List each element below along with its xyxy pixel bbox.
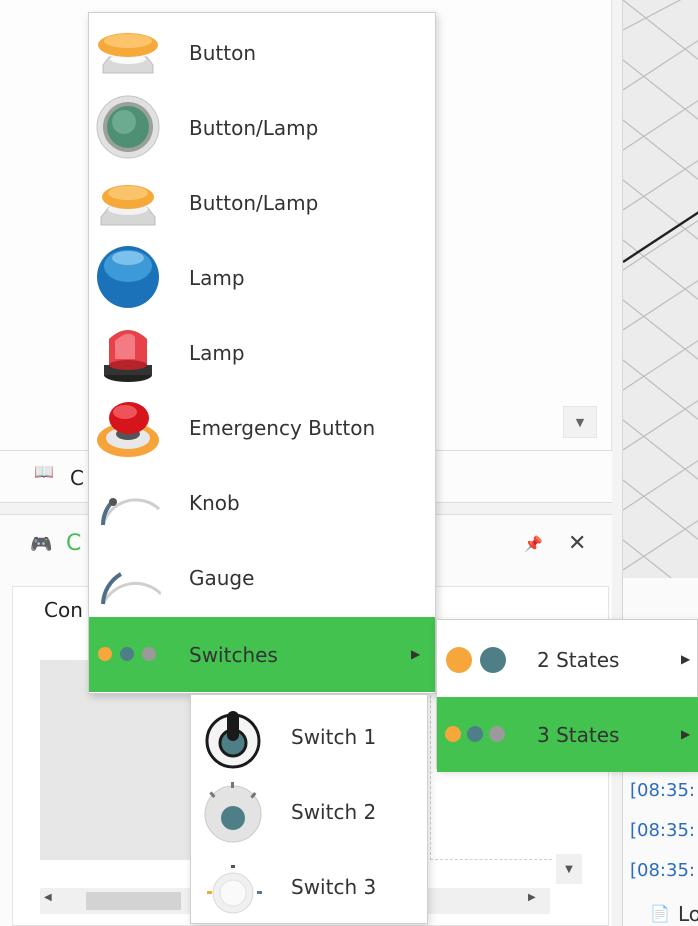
menu-item-label: Button/Lamp <box>189 190 319 215</box>
menu-item-button-lamp-orange[interactable]: Button/Lamp <box>89 165 435 240</box>
orange-button-lamp-icon <box>100 185 156 226</box>
control-inner-title: Con <box>44 598 83 622</box>
scroll-down-button[interactable]: ▼ <box>556 854 582 884</box>
scroll-right-icon[interactable]: ▶ <box>528 892 536 903</box>
3d-viewport[interactable] <box>622 0 698 578</box>
rotary-knob-switch-icon <box>207 865 262 914</box>
menu-item-label: Button <box>189 40 256 65</box>
menu-item-lamp-blue[interactable]: Lamp <box>89 240 435 315</box>
three-dots-icon <box>445 726 505 742</box>
rotary-selector-switch-icon <box>204 782 262 843</box>
scroll-left-icon[interactable]: ◀ <box>44 892 52 903</box>
menu-item-label: Button/Lamp <box>189 115 319 140</box>
menu-item-switches[interactable]: Switches ▶ <box>89 617 435 692</box>
blue-lamp-icon <box>97 246 159 308</box>
three-states-panel: Switch 1 Switch 2 Switch 3 <box>190 694 428 924</box>
component-menu: Button Button/Lamp Button/Lamp Lamp Lamp… <box>88 12 436 694</box>
switch-item-label: Switch 1 <box>291 724 377 749</box>
emergency-button-icon <box>97 402 159 457</box>
three-dots-switch-icon <box>98 647 156 661</box>
submenu-item-2-states[interactable]: 2 States ▶ <box>437 622 698 697</box>
3d-grid <box>623 0 698 578</box>
submenu-item-label: 3 States <box>537 722 620 747</box>
menu-item-label: Gauge <box>189 565 255 590</box>
submenu-item-label: 2 States <box>537 647 620 672</box>
log-tab-label[interactable]: Lo <box>678 902 698 926</box>
menu-item-label: Emergency Button <box>189 415 376 440</box>
control-panel-title: C <box>66 531 82 556</box>
submenu-arrow-icon: ▶ <box>681 652 691 666</box>
menu-item-gauge[interactable]: Gauge <box>89 540 435 615</box>
document-icon: 📄 <box>650 904 670 923</box>
chevron-down-icon: ▼ <box>565 863 573 875</box>
menu-item-knob[interactable]: Knob <box>89 465 435 540</box>
menu-item-label: Lamp <box>189 265 245 290</box>
submenu-arrow-icon: ▶ <box>681 727 691 741</box>
menu-item-label: Lamp <box>189 340 245 365</box>
menu-item-button[interactable]: Button <box>89 15 435 90</box>
horizontal-scroll-thumb[interactable] <box>86 892 181 910</box>
log-line: [08:35: <box>630 820 695 841</box>
close-icon[interactable]: ✕ <box>568 531 586 556</box>
chevron-down-icon: ▼ <box>575 415 585 429</box>
switch-item-2[interactable]: Switch 2 <box>191 774 427 849</box>
submenu-item-3-states[interactable]: 3 States ▶ <box>437 697 698 772</box>
red-beacon-lamp-icon <box>104 330 152 382</box>
menu-item-emergency-button[interactable]: Emergency Button <box>89 390 435 465</box>
switch-item-label: Switch 3 <box>291 874 377 899</box>
submenu-arrow-icon: ▶ <box>411 647 421 661</box>
panel-tab-label[interactable]: C <box>70 466 84 490</box>
switches-submenu: 2 States ▶ 3 States ▶ <box>436 619 698 772</box>
menu-item-lamp-red[interactable]: Lamp <box>89 315 435 390</box>
log-line: [08:35: <box>630 780 695 801</box>
menu-item-button-lamp-green[interactable]: Button/Lamp <box>89 90 435 165</box>
pin-icon[interactable]: 📌 <box>524 535 543 553</box>
switch-item-label: Switch 2 <box>291 799 377 824</box>
two-dots-icon <box>446 647 506 673</box>
menu-item-label: Switches <box>189 642 278 667</box>
gamepad-icon: 🎮 <box>30 534 53 555</box>
log-line: [08:35: <box>630 860 695 881</box>
orange-push-button-icon <box>98 33 158 74</box>
menu-item-label: Knob <box>189 490 240 515</box>
toggle-lever-switch-icon <box>205 711 261 769</box>
book-icon: 📖 <box>34 462 54 481</box>
green-button-lamp-icon <box>96 95 160 159</box>
dropdown-arrow-button[interactable]: ▼ <box>563 406 597 438</box>
switch-item-3[interactable]: Switch 3 <box>191 849 427 924</box>
gauge-icon <box>101 572 161 605</box>
switch-item-1[interactable]: Switch 1 <box>191 699 427 774</box>
knob-icon <box>101 498 161 526</box>
